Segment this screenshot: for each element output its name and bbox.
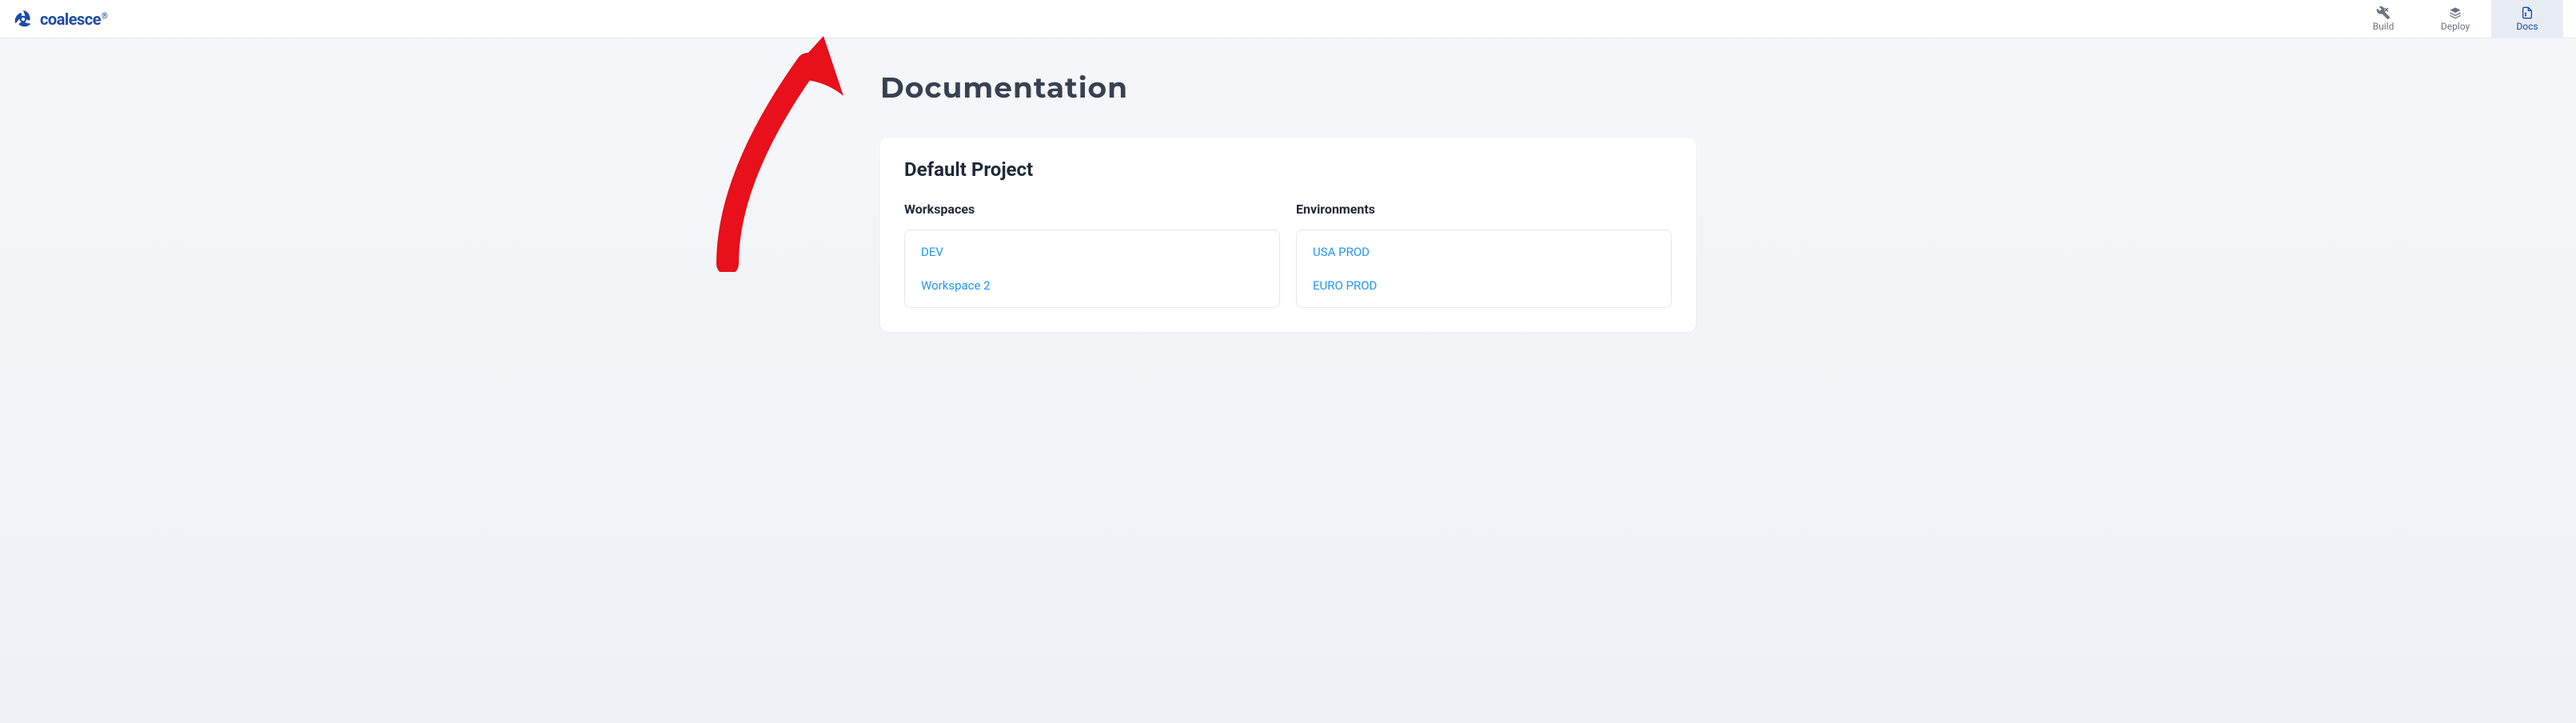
- logo-text: coalesce®: [40, 10, 107, 29]
- page-content: Documentation Default Project Workspaces…: [864, 38, 1712, 364]
- tab-deploy[interactable]: Deploy: [2419, 0, 2491, 38]
- environment-item[interactable]: USA PROD: [1297, 235, 1671, 269]
- page-title: Documentation: [880, 70, 1696, 106]
- logo-icon: [13, 9, 34, 30]
- tab-build-label: Build: [2373, 21, 2395, 32]
- tab-build[interactable]: Build: [2347, 0, 2419, 38]
- annotation-arrow-icon: [704, 32, 863, 272]
- wrench-icon: [2375, 6, 2391, 19]
- workspaces-list: DEV Workspace 2: [904, 230, 1280, 308]
- logo[interactable]: coalesce®: [13, 9, 107, 30]
- project-columns: Workspaces DEV Workspace 2 Environments …: [904, 202, 1672, 308]
- environments-column: Environments USA PROD EURO PROD: [1296, 202, 1672, 308]
- workspace-item[interactable]: DEV: [905, 235, 1279, 269]
- docs-icon: [2519, 6, 2535, 19]
- topbar: coalesce® Build Deploy: [0, 0, 2576, 38]
- tab-docs[interactable]: Docs: [2491, 0, 2563, 38]
- project-title: Default Project: [904, 158, 1672, 181]
- environments-list: USA PROD EURO PROD: [1296, 230, 1672, 308]
- environment-item[interactable]: EURO PROD: [1297, 269, 1671, 302]
- project-card: Default Project Workspaces DEV Workspace…: [880, 138, 1696, 332]
- tab-docs-label: Docs: [2516, 21, 2538, 32]
- nav-tabs: Build Deploy Docs: [2347, 0, 2563, 38]
- environments-header: Environments: [1296, 202, 1672, 217]
- deploy-icon: [2447, 6, 2463, 19]
- workspaces-column: Workspaces DEV Workspace 2: [904, 202, 1280, 308]
- tab-deploy-label: Deploy: [2441, 21, 2470, 32]
- workspace-item[interactable]: Workspace 2: [905, 269, 1279, 302]
- workspaces-header: Workspaces: [904, 202, 1280, 217]
